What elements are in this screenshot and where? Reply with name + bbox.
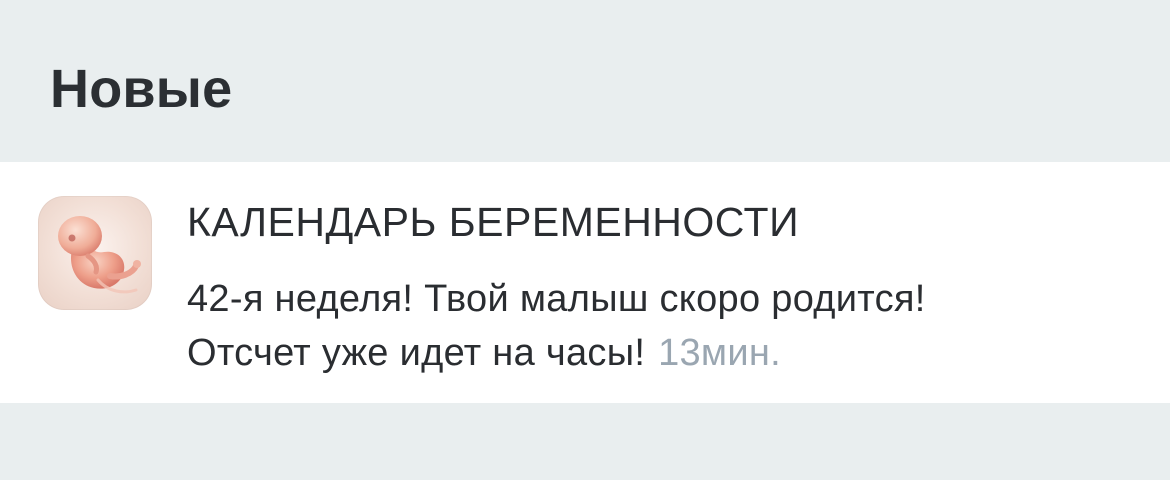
- notification-app-name: КАЛЕНДАРЬ БЕРЕМЕННОСТИ: [187, 199, 800, 245]
- fetus-icon: [38, 196, 152, 310]
- notifications-screen: Новые КАЛЕНДАРЬ БЕРЕМЕННОСТИ 42-я неделя…: [0, 0, 1170, 480]
- notification-card[interactable]: КАЛЕНДАРЬ БЕРЕМЕННОСТИ 42-я неделя! Твой…: [0, 162, 1170, 403]
- notification-message-line-2: Отсчет уже идет на часы! 13мин.: [187, 326, 1147, 380]
- section-header: Новые: [0, 0, 1170, 162]
- notification-timestamp: 13мин.: [658, 332, 782, 374]
- notification-message-line-1: 42-я неделя! Твой малыш скоро родится!: [187, 278, 926, 320]
- section-title: Новые: [50, 59, 233, 119]
- empty-area: [0, 403, 1170, 480]
- notification-message: 42-я неделя! Твой малыш скоро родится! О…: [187, 272, 1147, 380]
- notification-message-line-2-text: Отсчет уже идет на часы!: [187, 332, 646, 374]
